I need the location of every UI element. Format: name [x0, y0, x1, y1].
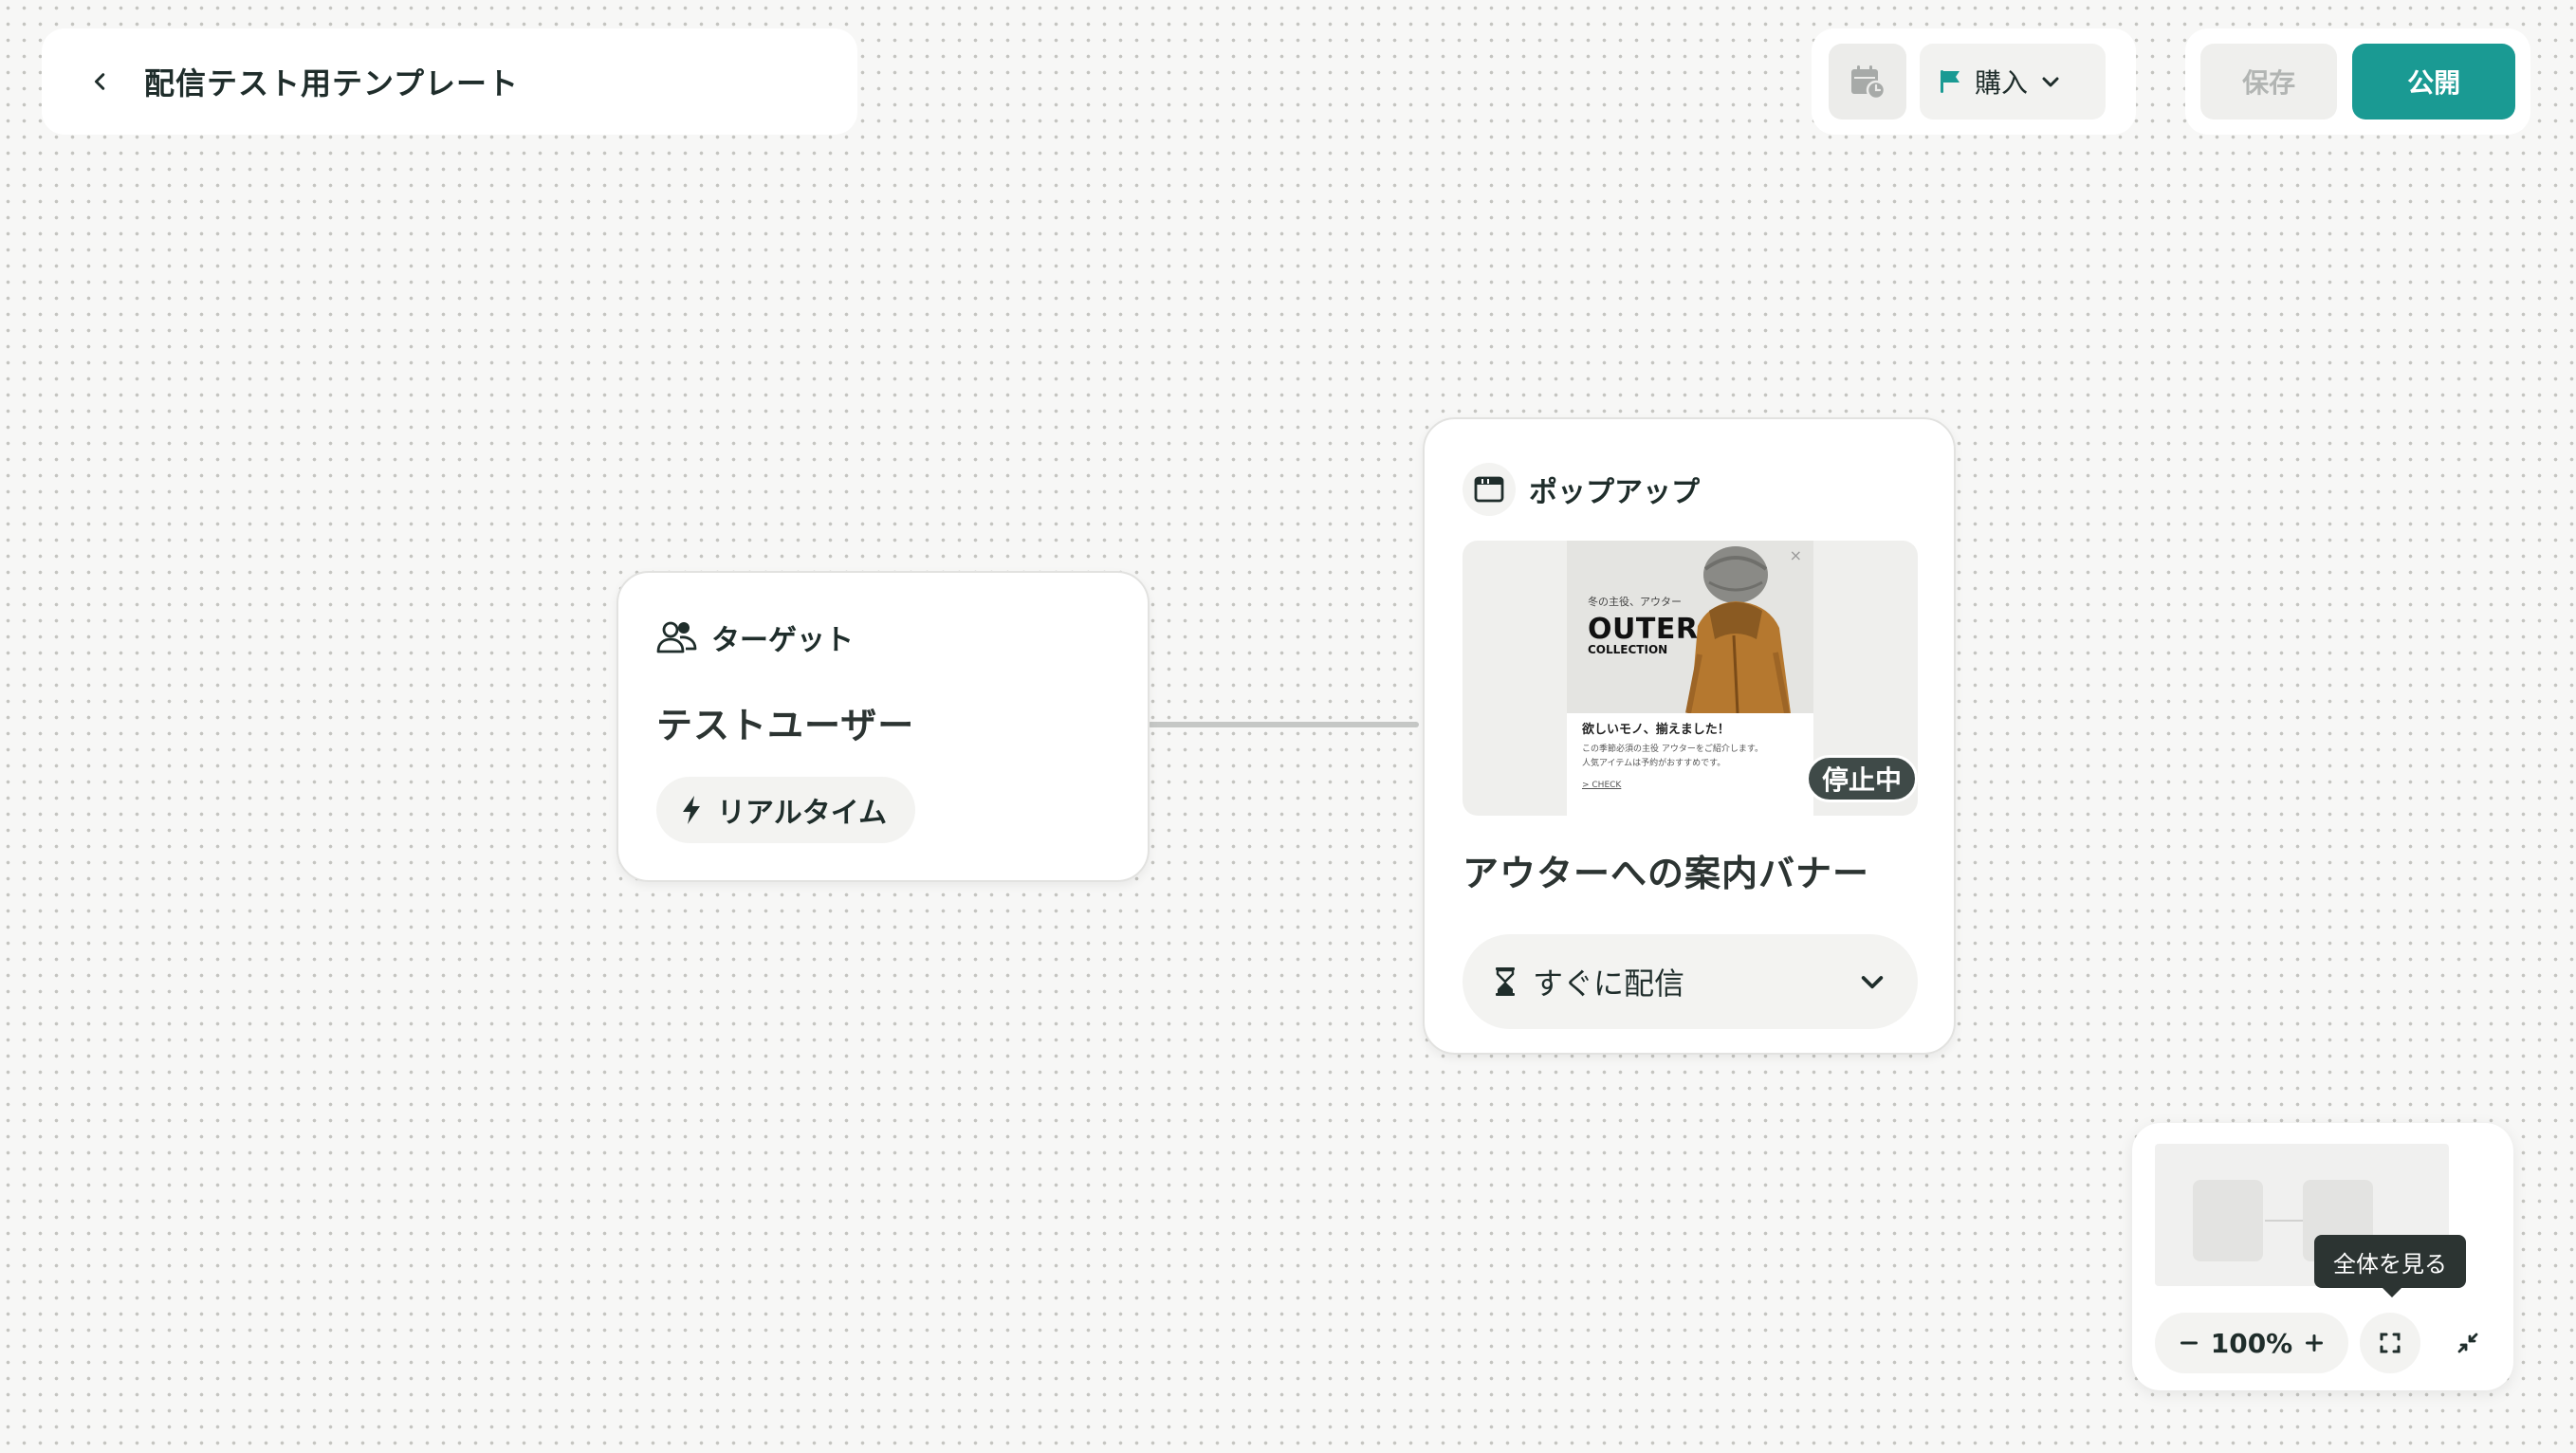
users-icon — [656, 621, 697, 653]
preview-photo: 冬の主役、アウター OUTER COLLECTION × — [1567, 541, 1813, 713]
target-node-label: ターゲット — [711, 624, 854, 657]
collapse-minimap-button[interactable] — [2438, 1313, 2498, 1373]
zoom-out-button[interactable] — [2174, 1328, 2204, 1358]
preview-close-icon: × — [1789, 546, 1802, 564]
lightning-icon — [683, 796, 700, 824]
event-select-value: 購入 — [1975, 67, 2029, 99]
realtime-chip-label: リアルタイム — [717, 797, 888, 830]
schedule-calendar-button[interactable] — [1829, 44, 1906, 120]
zoom-controls: 100% — [2155, 1313, 2348, 1373]
preview-caption: 冬の主役、アウター — [1588, 596, 1682, 608]
collapse-icon — [2457, 1333, 2478, 1353]
page-title: 配信テスト用テンプレート — [144, 65, 520, 101]
chevron-left-icon — [94, 73, 105, 90]
status-badge: 停止中 — [1805, 755, 1918, 802]
preview-body-line: この季節必須の主役 アウターをご紹介します。 — [1582, 745, 1763, 754]
chevron-down-icon — [1861, 976, 1884, 989]
minimap-connector — [2265, 1220, 2303, 1222]
node-connector — [1148, 722, 1419, 727]
preview-subhead: COLLECTION — [1588, 643, 1668, 656]
toolbar-tools: 購入 — [1812, 28, 2136, 135]
plus-icon — [2305, 1334, 2323, 1352]
hourglass-icon — [1496, 967, 1515, 996]
realtime-chip[interactable]: リアルタイム — [656, 777, 916, 843]
fit-screen-icon — [2380, 1333, 2401, 1353]
delivery-schedule-select[interactable]: すぐに配信 — [1463, 934, 1918, 1029]
minus-icon — [2180, 1341, 2198, 1345]
preview-body-line: 人気アイテムは予約がおすすめです。 — [1582, 759, 1726, 768]
popup-icon-badge — [1463, 463, 1516, 516]
window-icon — [1474, 476, 1504, 503]
target-name: テストユーザー — [656, 705, 915, 746]
flag-icon — [1941, 70, 1960, 93]
popup-preview[interactable]: 冬の主役、アウター OUTER COLLECTION × 欲しいモノ、揃えました… — [1463, 541, 1918, 816]
chevron-down-icon — [2042, 77, 2059, 87]
target-node[interactable]: ターゲット テストユーザー リアルタイム — [616, 571, 1150, 882]
schedule-select-value: すぐに配信 — [1533, 966, 1685, 1002]
fit-view-button[interactable] — [2360, 1313, 2420, 1373]
preview-body: 欲しいモノ、揃えました！ この季節必須の主役 アウターをご紹介します。 人気アイ… — [1582, 719, 1802, 790]
preview-check-link: > CHECK — [1582, 781, 1622, 790]
preview-headline: OUTER — [1588, 613, 1699, 646]
popup-node-header: ポップアップ — [1463, 463, 1916, 516]
popup-node[interactable]: ポップアップ 冬の主役、アウター OUTER COLLECTION × 欲しいモ… — [1423, 417, 1956, 1055]
popup-preview-card: 冬の主役、アウター OUTER COLLECTION × 欲しいモノ、揃えました… — [1567, 541, 1813, 816]
target-node-header: ターゲット — [656, 616, 1110, 658]
zoom-level: 100% — [2210, 1327, 2293, 1359]
save-button[interactable]: 保存 — [2200, 44, 2338, 120]
minimap-target-node — [2193, 1180, 2263, 1261]
title-bar: 配信テスト用テンプレート — [42, 28, 857, 135]
zoom-in-button[interactable] — [2299, 1328, 2329, 1358]
fit-view-tooltip: 全体を見る — [2314, 1235, 2466, 1297]
conversion-event-select[interactable]: 購入 — [1920, 44, 2106, 120]
popup-title: アウターへの案内バナー — [1463, 853, 1870, 894]
preview-body-title: 欲しいモノ、揃えました！ — [1582, 723, 1730, 737]
minimap-panel: 全体を見る 100% — [2132, 1123, 2513, 1390]
toolbar-actions: 保存 公開 — [2185, 28, 2530, 135]
back-button[interactable] — [82, 63, 120, 101]
popup-node-label: ポップアップ — [1529, 476, 1700, 509]
publish-button[interactable]: 公開 — [2352, 44, 2515, 120]
calendar-clock-icon — [1851, 65, 1886, 101]
